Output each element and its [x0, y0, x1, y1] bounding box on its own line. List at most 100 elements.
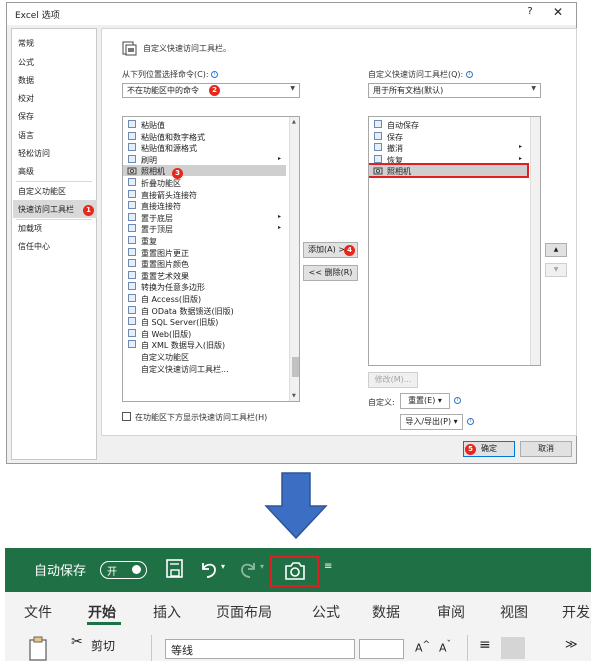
qat-commands-list[interactable]: 自动保存 保存 撤消 ▸ 恢复 ▸ 照相机: [368, 116, 541, 366]
decrease-font-icon[interactable]: Aˇ: [439, 639, 451, 655]
list-item[interactable]: 重置图片更正: [123, 247, 286, 258]
list-item[interactable]: 保存: [369, 131, 527, 142]
show-below-checkbox[interactable]: [122, 412, 131, 421]
list-item[interactable]: 自 Web(旧版): [123, 328, 286, 339]
undo-dropdown-icon[interactable]: ▾: [221, 562, 225, 571]
nav-item-data[interactable]: 数据: [18, 75, 34, 86]
move-up-button[interactable]: ▲: [545, 243, 567, 257]
tab-view[interactable]: 视图: [500, 602, 528, 622]
nav-item-advanced[interactable]: 高级: [18, 166, 34, 177]
chevron-down-icon: ▼: [531, 85, 536, 92]
list-item[interactable]: 粘贴值: [123, 119, 286, 130]
scroll-thumb[interactable]: [292, 357, 299, 377]
list-item[interactable]: 置于顶层 ▸: [123, 223, 286, 234]
list-item[interactable]: 直接箭头连接符: [123, 189, 286, 200]
camera-icon[interactable]: [283, 561, 307, 581]
save-icon[interactable]: [165, 558, 185, 580]
reset-button[interactable]: 重置(E) ▾: [400, 393, 450, 409]
qat-scrollbar[interactable]: [530, 117, 540, 365]
step-badge-4: 4: [344, 245, 355, 256]
list-item[interactable]: 恢复 ▸: [369, 154, 527, 165]
nav-item-save[interactable]: 保存: [18, 111, 34, 122]
polygon-icon: [127, 281, 137, 291]
tab-formulas[interactable]: 公式: [312, 602, 340, 622]
quick-access-toolbar: 自动保存 开 ▾ ▾ ≡: [5, 548, 591, 592]
toggle-state-label: 开: [107, 567, 117, 578]
list-item[interactable]: 重置艺术效果: [123, 270, 286, 281]
help-button[interactable]: ?: [522, 6, 538, 17]
close-icon[interactable]: ✕: [550, 5, 566, 19]
down-arrow-icon: [264, 472, 328, 540]
tab-developer[interactable]: 开发: [562, 602, 590, 622]
tab-data[interactable]: 数据: [372, 602, 400, 622]
list-item[interactable]: 重复: [123, 235, 286, 246]
scroll-down-icon[interactable]: ▼: [292, 393, 296, 399]
font-size-box[interactable]: [359, 639, 404, 659]
move-down-button[interactable]: ▼: [545, 263, 567, 277]
access-icon: [127, 293, 137, 303]
list-item[interactable]: 粘贴值和源格式: [123, 142, 286, 153]
list-item[interactable]: 自动保存: [369, 119, 527, 130]
font-name-box[interactable]: 等线: [165, 639, 355, 659]
list-item[interactable]: 自 OData 数据馈送(旧版): [123, 305, 286, 316]
list-item[interactable]: 照相机: [123, 165, 286, 177]
scissors-icon[interactable]: ✂: [71, 634, 83, 650]
nav-item-customize-ribbon[interactable]: 自定义功能区: [18, 186, 66, 197]
customize-qat-dropdown-icon[interactable]: ≡: [324, 561, 332, 572]
excel-ribbon: 自动保存 开 ▾ ▾ ≡ 文件 开始 插入 页面布局 公式 数据 审阅 视图 开…: [5, 548, 591, 661]
tab-page-layout[interactable]: 页面布局: [216, 602, 272, 622]
list-item[interactable]: 撤消 ▸: [369, 142, 527, 153]
list-item[interactable]: 置于底层 ▸: [123, 212, 286, 223]
list-item[interactable]: 自 Access(旧版): [123, 293, 286, 304]
nav-item-general[interactable]: 常规: [18, 38, 34, 49]
list-item[interactable]: 自定义功能区: [123, 351, 286, 362]
tab-review[interactable]: 审阅: [437, 602, 465, 622]
list-item[interactable]: 自 SQL Server(旧版): [123, 316, 286, 327]
list-item[interactable]: 重置图片颜色: [123, 258, 286, 269]
tab-home[interactable]: 开始: [88, 602, 116, 622]
align-middle-icon[interactable]: [501, 637, 525, 659]
list-item[interactable]: 转换为任意多边形: [123, 281, 286, 292]
nav-item-addins[interactable]: 加载项: [18, 223, 42, 234]
list-item-label: 重置图片更正: [141, 248, 189, 258]
list-item[interactable]: 照相机: [369, 163, 529, 179]
section-heading: 自定义快速访问工具栏。: [143, 44, 231, 53]
list-item[interactable]: 折叠功能区: [123, 177, 286, 188]
redo-icon[interactable]: [237, 558, 259, 580]
scroll-up-icon[interactable]: ▲: [292, 119, 296, 125]
align-top-icon[interactable]: ≡: [479, 637, 491, 653]
list-item-label: 刷明: [141, 155, 157, 165]
nav-item-quick-access[interactable]: 快速访问工具栏: [18, 204, 74, 215]
cut-label[interactable]: 剪切: [91, 637, 115, 654]
commands-scrollbar[interactable]: ▲ ▼: [289, 117, 299, 401]
modify-button[interactable]: 修改(M)...: [368, 372, 418, 388]
autosave-toggle[interactable]: 开: [100, 561, 147, 579]
undo-icon[interactable]: [198, 558, 220, 580]
increase-font-icon[interactable]: A^: [415, 639, 430, 655]
list-item[interactable]: 自定义快速访问工具栏...: [123, 363, 286, 374]
list-item[interactable]: 直接连接符: [123, 200, 286, 211]
wrap-text-icon[interactable]: ≫: [565, 637, 578, 651]
list-item[interactable]: 自 XML 数据导入(旧版): [123, 339, 286, 350]
customize-qat-select[interactable]: 用于所有文档(默认) ▼: [368, 83, 541, 98]
bring-front-icon: [127, 223, 137, 233]
cancel-button[interactable]: 取消: [520, 441, 572, 457]
list-item[interactable]: 刷明 ▸: [123, 154, 286, 165]
customize-label: 自定义:: [368, 398, 395, 407]
import-export-button[interactable]: 导入/导出(P) ▾: [400, 414, 463, 430]
nav-item-proofing[interactable]: 校对: [18, 93, 34, 104]
undo-icon: [373, 142, 383, 152]
list-item-label: 粘贴值和数字格式: [141, 132, 205, 142]
nav-item-trust-center[interactable]: 信任中心: [18, 241, 50, 252]
nav-item-accessibility[interactable]: 轻松访问: [18, 148, 50, 159]
commands-list[interactable]: ▲ ▼ 粘贴值粘贴值和数字格式 粘贴值和源格式 刷明 ▸ 照相机 折叠功能区 直接箭头连接符…: [122, 116, 300, 402]
remove-button[interactable]: << 删除(R): [303, 265, 358, 281]
redo-dropdown-icon[interactable]: ▾: [260, 562, 264, 571]
nav-item-formulas[interactable]: 公式: [18, 57, 34, 68]
list-item[interactable]: 粘贴值和数字格式: [123, 131, 286, 142]
list-item-label: 自定义功能区: [141, 353, 189, 362]
nav-item-language[interactable]: 语言: [18, 130, 34, 141]
tab-insert[interactable]: 插入: [153, 602, 181, 622]
paste-icon[interactable]: [27, 635, 51, 661]
tab-file[interactable]: 文件: [24, 602, 52, 622]
